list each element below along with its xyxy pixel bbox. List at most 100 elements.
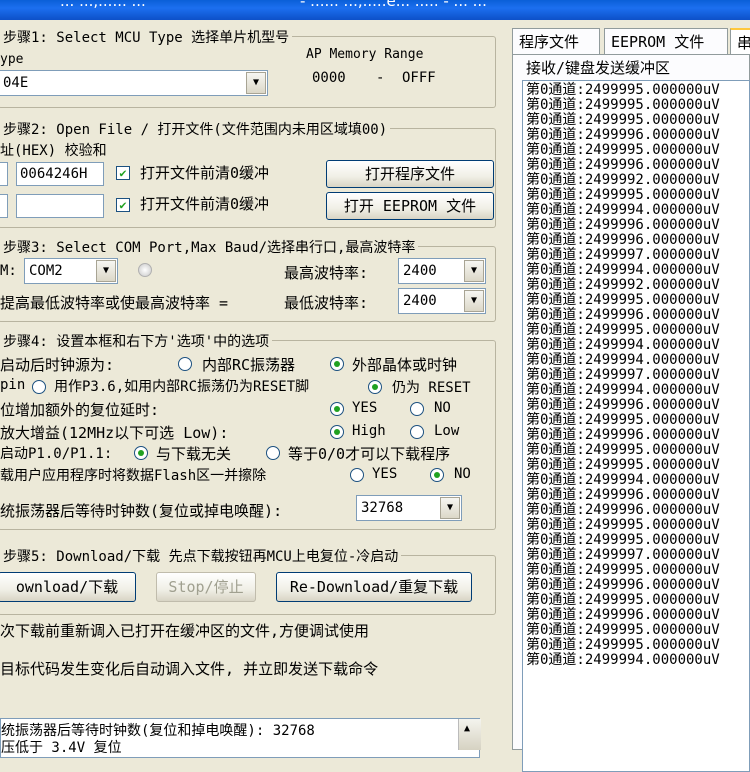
log-line: 第0通道:2499996.000000uV	[526, 307, 720, 323]
gain-high-radio[interactable]	[330, 425, 344, 439]
pin-p36-radio[interactable]	[32, 380, 46, 394]
log-line: 第0通道:2499996.000000uV	[526, 157, 720, 173]
p10-label: 启动P1.0/P1.1:	[0, 446, 113, 462]
clear-buffer-checkbox-eeprom[interactable]: ✔	[116, 198, 130, 212]
clock-internal-rc-radio[interactable]	[178, 357, 192, 371]
window-title-right: - ...... ...,.....e... ..... - ... ...	[300, 0, 487, 10]
receive-buffer-title: 接收/键盘发送缓冲区	[523, 57, 674, 78]
log-line: 第0通道:2499996.000000uV	[526, 607, 720, 623]
reset-delay-label: 位增加额外的复位延时:	[0, 401, 160, 419]
p10-unrelated-radio[interactable]	[134, 446, 148, 460]
range-from: 0000	[312, 70, 346, 86]
log-line: 第0通道:2499996.000000uV	[526, 487, 720, 503]
clock-internal-rc-label: 内部RC振荡器	[202, 356, 296, 374]
flash-erase-no-label: NO	[454, 466, 471, 482]
window-title-left: ... ...,...... ...	[60, 0, 146, 10]
log-line: 第0通道:2499995.000000uV	[526, 517, 720, 533]
auto-reload-note: 目标代码发生变化后自动调入文件, 并立即发送下载命令	[0, 660, 379, 678]
chevron-down-icon[interactable]: ▼	[440, 497, 460, 519]
log-line: 第0通道:2499994.000000uV	[526, 337, 720, 353]
reset-pin-label: pin	[0, 377, 26, 393]
com-port-select[interactable]: COM2 ▼	[24, 258, 118, 284]
open-eeprom-file-button[interactable]: 打开 EEPROM 文件	[326, 192, 494, 220]
reset-delay-yes-radio[interactable]	[330, 402, 344, 416]
left-cut-field-1[interactable]	[0, 162, 8, 186]
min-baud-label: 最低波特率:	[284, 294, 369, 312]
receive-buffer-textarea[interactable]: 第0通道:2499995.000000uV 第0通道:2499995.000000…	[522, 80, 750, 772]
checksum-field-program[interactable]: 0064246H	[16, 162, 104, 186]
tab-serial[interactable]: 串	[730, 28, 750, 54]
clock-source-label: 启动后时钟源为:	[0, 356, 115, 374]
clear-buffer-label-program: 打开文件前清0缓冲	[140, 164, 270, 182]
com-port-value: COM2	[29, 263, 63, 279]
status-log[interactable]: 统振荡器后等待时钟数(复位和掉电唤醒): 32768 压低于 3.4V 复位	[0, 718, 480, 758]
log-line: 第0通道:2499992.000000uV	[526, 172, 720, 188]
clock-external-radio[interactable]	[330, 357, 344, 371]
status-scrollbar[interactable]: ▲	[458, 719, 481, 750]
flash-erase-label: 载用户应用程序时将数据Flash区一并擦除	[0, 468, 267, 484]
log-line: 第0通道:2499994.000000uV	[526, 472, 720, 488]
log-line: 第0通道:2499994.000000uV	[526, 382, 720, 398]
open-program-file-button[interactable]: 打开程序文件	[326, 160, 494, 188]
baud-hint: 提高最低波特率或使最高波特率 =	[0, 294, 229, 312]
log-line: 第0通道:2499997.000000uV	[526, 247, 720, 263]
step1-title: 步骤1: Select MCU Type 选择单片机型号	[0, 27, 293, 47]
log-line: 第0通道:2499995.000000uV	[526, 622, 720, 638]
pin-p36-label: 用作P3.6,如用内部RC振荡仍为RESET脚	[54, 379, 310, 395]
flash-erase-no-radio[interactable]	[430, 468, 444, 482]
log-line: 第0通道:2499995.000000uV	[526, 592, 720, 608]
log-line: 第0通道:2499995.000000uV	[526, 532, 720, 548]
log-line: 第0通道:2499995.000000uV	[526, 322, 720, 338]
log-line: 第0通道:2499995.000000uV	[526, 82, 720, 98]
log-line: 第0通道:2499997.000000uV	[526, 547, 720, 563]
reset-delay-no-radio[interactable]	[410, 402, 424, 416]
chevron-down-icon[interactable]: ▼	[246, 72, 266, 94]
com-port-label: M:	[0, 263, 17, 279]
min-baud-select[interactable]: 2400 ▼	[398, 288, 486, 314]
gain-low-radio[interactable]	[410, 425, 424, 439]
log-line: 第0通道:2499996.000000uV	[526, 397, 720, 413]
min-baud-value: 2400	[403, 293, 437, 309]
chevron-down-icon[interactable]: ▼	[464, 260, 484, 282]
log-line: 第0通道:2499995.000000uV	[526, 562, 720, 578]
tab-eeprom-file[interactable]: EEPROM 文件	[604, 28, 728, 54]
log-line: 第0通道:2499996.000000uV	[526, 502, 720, 518]
status-line: 压低于 3.4V 复位	[1, 740, 122, 756]
wait-clock-label: 统振荡器后等待时钟数(复位或掉电唤醒):	[0, 502, 283, 520]
log-line: 第0通道:2499994.000000uV	[526, 262, 720, 278]
ap-memory-label: AP Memory Range	[306, 47, 424, 62]
step4-title: 步骤4: 设置本框和右下方'选项'中的选项	[0, 331, 273, 351]
log-line: 第0通道:2499997.000000uV	[526, 367, 720, 383]
checksum-field-eeprom[interactable]	[16, 194, 104, 218]
chevron-up-icon[interactable]: ▲	[464, 723, 470, 734]
chevron-down-icon[interactable]: ▼	[464, 290, 484, 312]
tab-program-file[interactable]: 程序文件	[512, 28, 600, 54]
clear-buffer-checkbox-program[interactable]: ✔	[116, 166, 130, 180]
step3-title: 步骤3: Select COM Port,Max Baud/选择串行口,最高波特…	[0, 237, 419, 257]
flash-erase-yes-radio[interactable]	[350, 468, 364, 482]
p10-zero-radio[interactable]	[266, 446, 280, 460]
left-cut-field-2[interactable]	[0, 194, 8, 218]
mcu-type-select[interactable]: 04E ▼	[0, 70, 268, 96]
flash-erase-yes-label: YES	[372, 466, 398, 482]
gain-low-label: Low	[434, 423, 460, 439]
log-line: 第0通道:2499992.000000uV	[526, 277, 720, 293]
checksum-label: 址(HEX) 校验和	[0, 143, 107, 159]
max-baud-select[interactable]: 2400 ▼	[398, 258, 486, 284]
max-baud-value: 2400	[403, 263, 437, 279]
redownload-button[interactable]: Re-Download/重复下载	[276, 572, 472, 602]
download-button[interactable]: ownload/下载	[0, 572, 136, 602]
wait-clock-select[interactable]: 32768 ▼	[356, 495, 462, 521]
log-line: 第0通道:2499994.000000uV	[526, 352, 720, 368]
reload-note: 次下载前重新调入已打开在缓冲区的文件,方便调试使用	[0, 622, 370, 640]
mcu-type-value: 04E	[3, 75, 29, 91]
pin-reset-label: 仍为 RESET	[392, 380, 471, 396]
max-baud-label: 最高波特率:	[284, 264, 369, 282]
status-led-icon	[138, 263, 152, 277]
gain-label: 放大增益(12MHz以下可选 Low):	[0, 424, 229, 442]
reset-delay-yes-label: YES	[352, 400, 378, 416]
stop-button[interactable]: Stop/停止	[156, 572, 256, 602]
chevron-down-icon[interactable]: ▼	[96, 260, 116, 282]
pin-reset-radio[interactable]	[368, 380, 382, 394]
log-line: 第0通道:2499995.000000uV	[526, 412, 720, 428]
